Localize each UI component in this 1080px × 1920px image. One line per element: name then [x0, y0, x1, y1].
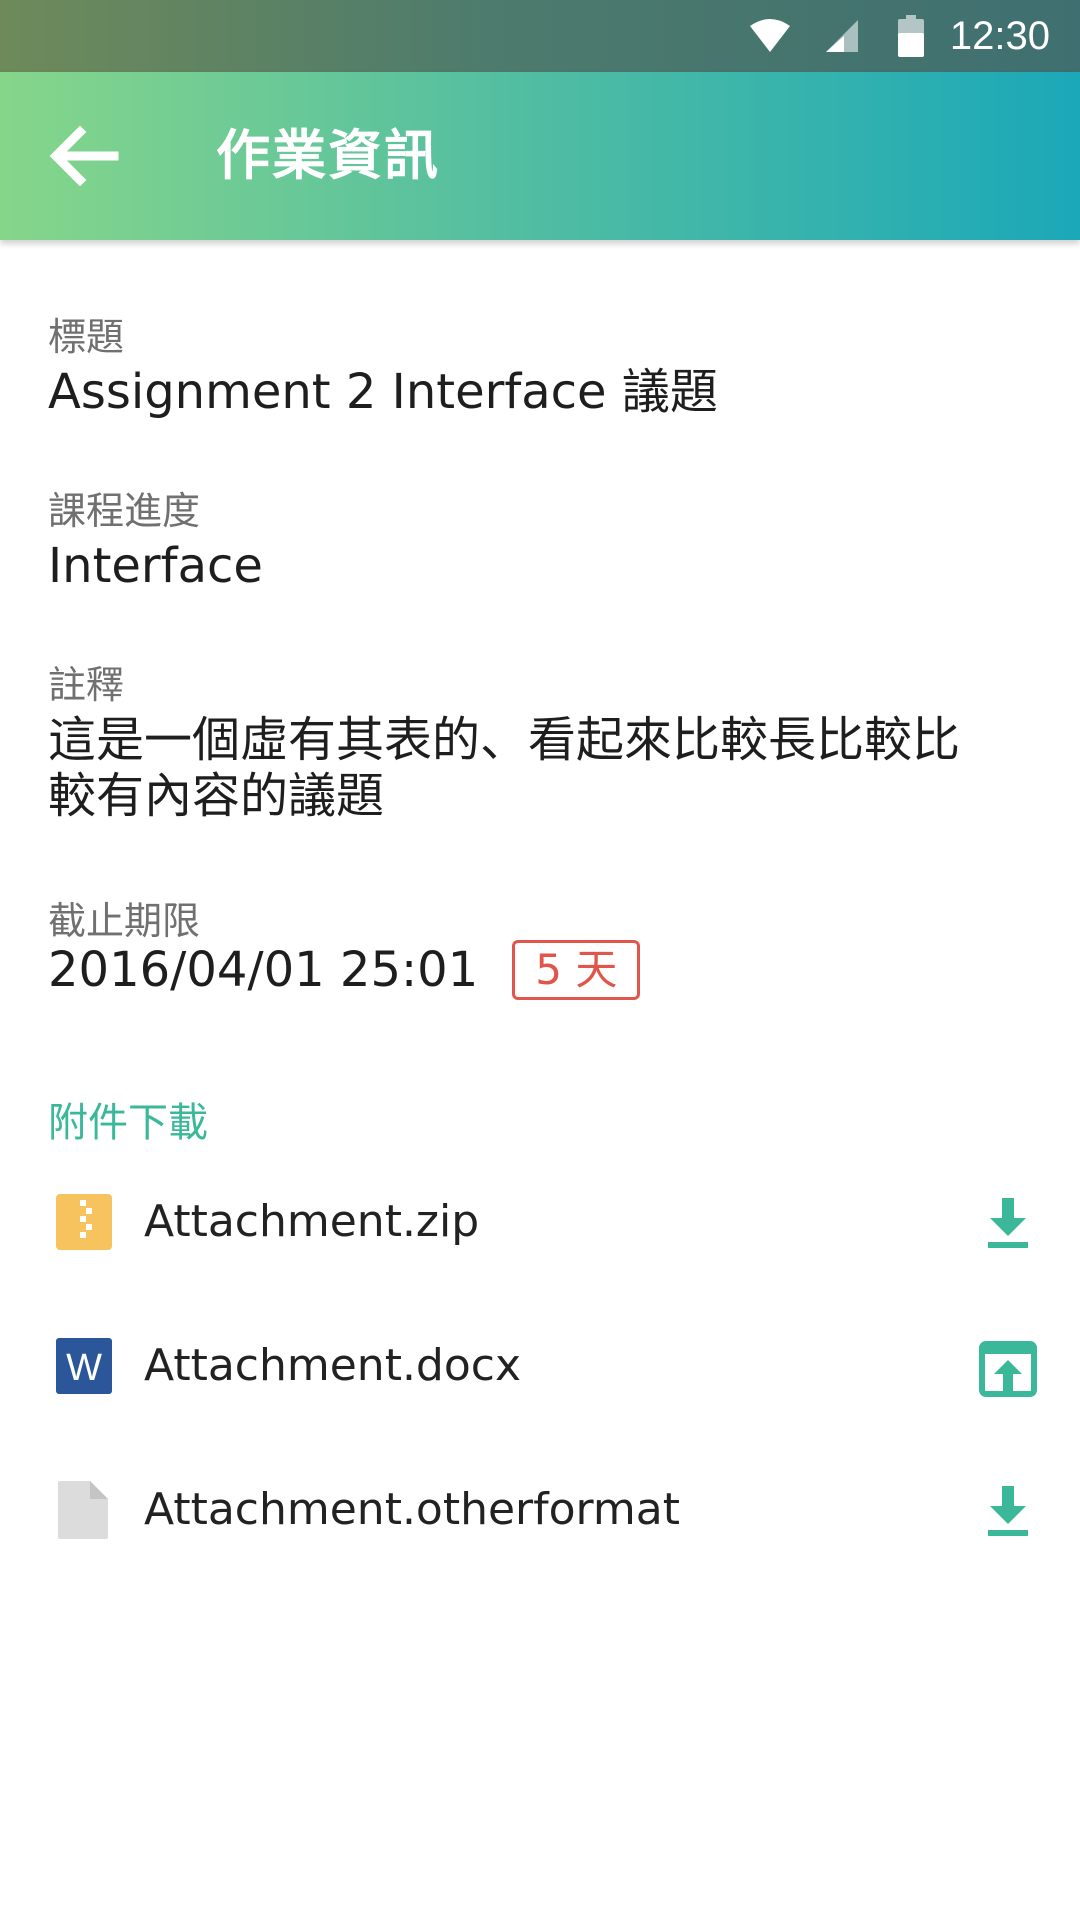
page-title: 作業資訊: [216, 124, 440, 187]
attachment-name: Attachment.docx: [144, 1340, 522, 1391]
title-value: Assignment 2 Interface 議題: [48, 364, 718, 420]
back-arrow-icon: [49, 125, 119, 187]
note-value-line-2: 較有內容的議題: [48, 768, 385, 824]
deadline-row: 2016/04/01 25:01 5 天: [48, 940, 641, 1000]
attachment-item-docx[interactable]: W Attachment.docx: [48, 1316, 1038, 1416]
attachments-section-title: 附件下載: [48, 1100, 208, 1146]
status-icons: 12:30: [748, 0, 1050, 72]
word-file-icon: W: [56, 1338, 112, 1394]
deadline-label: 截止期限: [48, 899, 201, 943]
note-label: 註釋: [48, 663, 125, 707]
back-button[interactable]: [44, 116, 124, 196]
battery-icon: [897, 15, 924, 57]
attachment-name: Attachment.zip: [144, 1196, 480, 1247]
deadline-value: 2016/04/01 25:01: [48, 942, 479, 998]
days-remaining-badge: 5 天: [512, 940, 641, 1000]
progress-label: 課程進度: [48, 489, 201, 533]
status-time: 12:30: [949, 13, 1050, 58]
attachment-name: Attachment.otherformat: [144, 1484, 680, 1535]
zip-file-icon: [56, 1194, 112, 1250]
signal-icon: [825, 20, 858, 52]
progress-value: Interface: [48, 538, 263, 594]
app-bar: 作業資訊: [0, 72, 1080, 240]
download-icon[interactable]: [978, 1194, 1038, 1254]
title-label: 標題: [48, 315, 125, 359]
open-external-icon[interactable]: [978, 1338, 1038, 1398]
download-icon[interactable]: [978, 1482, 1038, 1542]
status-bar: 12:30: [0, 0, 1080, 72]
wifi-icon: [749, 19, 790, 52]
svg-text:W: W: [66, 1347, 102, 1389]
generic-file-icon: [58, 1481, 108, 1539]
attachment-item-other[interactable]: Attachment.otherformat: [48, 1460, 1038, 1560]
attachment-item-zip[interactable]: Attachment.zip: [48, 1172, 1038, 1272]
note-value-line-1: 這是一個虛有其表的、看起來比較長比較比: [48, 712, 961, 768]
